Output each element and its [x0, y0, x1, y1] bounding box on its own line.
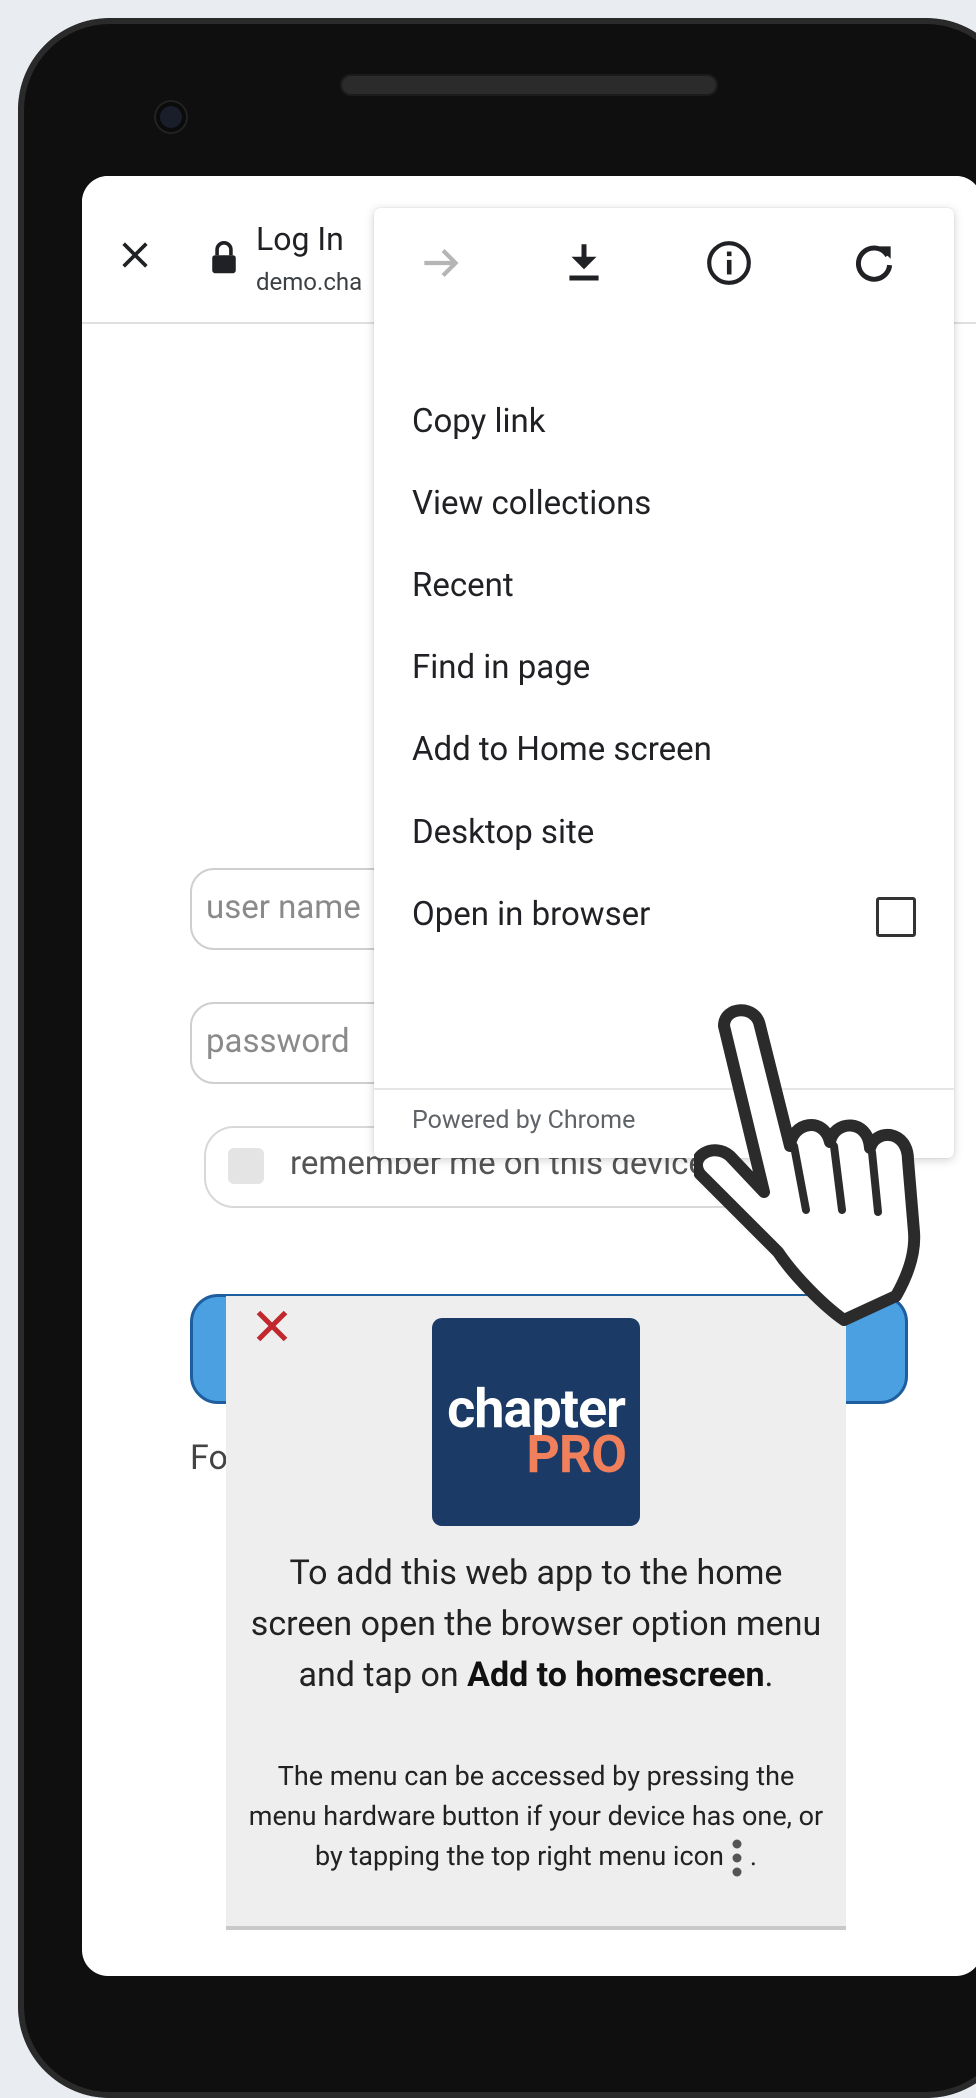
- chapterpro-logo: chapter PRO: [432, 1318, 640, 1526]
- menu-item-copy-link[interactable]: Copy link: [412, 402, 545, 441]
- pointing-hand-icon: [694, 1004, 921, 1326]
- page-url: demo.cha: [256, 268, 363, 296]
- desktop-site-checkbox[interactable]: [876, 897, 916, 937]
- phone-screen: Log In demo.cha user name password remem…: [82, 176, 976, 1976]
- menu-icon-row: [374, 208, 954, 328]
- menu-item-view-collections[interactable]: View collections: [412, 484, 651, 523]
- kebab-menu-icon: [732, 1839, 742, 1877]
- popup-instructions: To add this web app to the home screen o…: [246, 1548, 826, 1701]
- menu-item-find-in-page[interactable]: Find in page: [412, 648, 590, 687]
- info-icon[interactable]: [704, 238, 754, 288]
- menu-item-recent[interactable]: Recent: [412, 566, 514, 605]
- popup-close-icon[interactable]: [254, 1308, 290, 1344]
- close-icon[interactable]: [118, 238, 152, 272]
- username-placeholder: user name: [206, 888, 361, 927]
- front-camera: [156, 102, 186, 132]
- menu-item-desktop-site[interactable]: Desktop site: [412, 813, 594, 852]
- download-icon[interactable]: [559, 238, 609, 288]
- password-placeholder: password: [206, 1022, 350, 1061]
- page-title: Log In: [256, 220, 344, 258]
- forward-arrow-icon[interactable]: [416, 238, 466, 288]
- instructions-bold: Add to homescreen: [467, 1655, 765, 1695]
- powered-by-chrome: Powered by Chrome: [412, 1106, 636, 1135]
- instructions-end: .: [764, 1655, 774, 1695]
- phone-frame: Log In demo.cha user name password remem…: [18, 18, 976, 2098]
- remember-me-checkbox[interactable]: [228, 1148, 264, 1184]
- menu-item-add-to-home-screen[interactable]: Add to Home screen: [412, 730, 712, 769]
- forgot-password-link[interactable]: Fo: [190, 1438, 228, 1478]
- menu-item-open-in-browser[interactable]: Open in browser: [412, 895, 650, 934]
- speaker-grille: [340, 74, 718, 96]
- lock-icon: [212, 240, 236, 274]
- refresh-icon[interactable]: [849, 238, 899, 288]
- add-to-homescreen-popup: chapter PRO To add this web app to the h…: [226, 1296, 846, 1930]
- popup-subtext: The menu can be accessed by pressing the…: [244, 1756, 828, 1878]
- logo-text-pro: PRO: [526, 1424, 627, 1485]
- subtext-end: .: [749, 1840, 758, 1872]
